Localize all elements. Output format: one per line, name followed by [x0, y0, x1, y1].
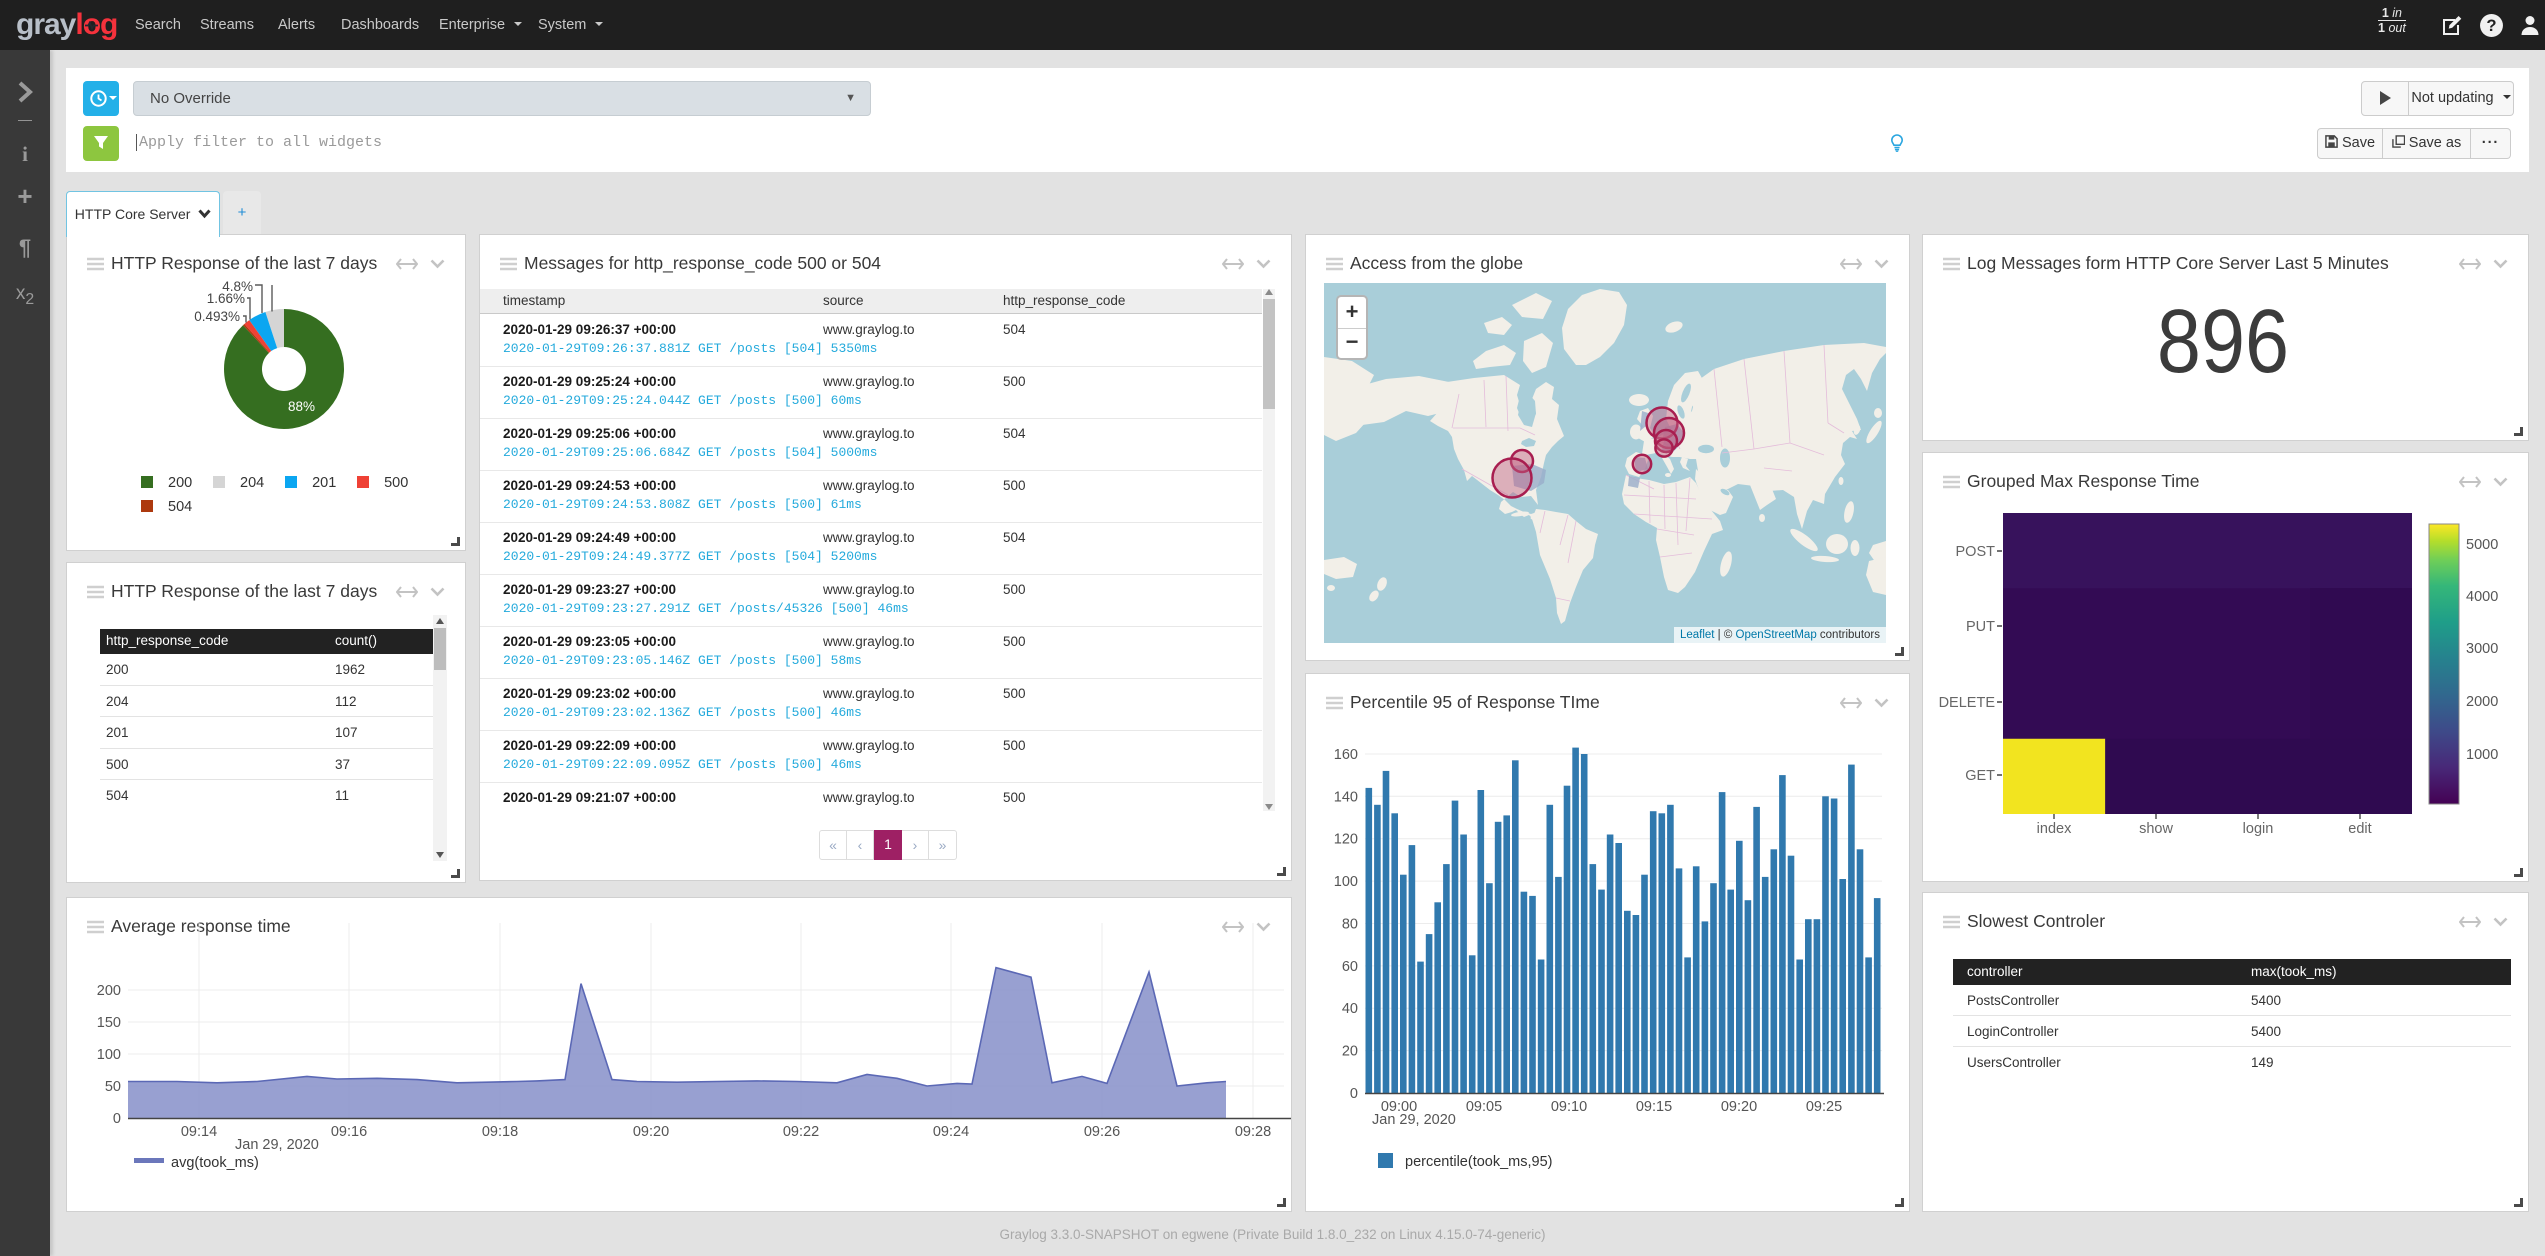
- svg-text:4000: 4000: [2466, 589, 2498, 605]
- svg-text:DELETE: DELETE: [1939, 695, 1996, 711]
- svg-text:edit: edit: [2348, 821, 2371, 837]
- svg-text:09:24: 09:24: [933, 1124, 969, 1140]
- svg-text:GET: GET: [1965, 768, 1995, 784]
- svg-text:09:10: 09:10: [1551, 1099, 1587, 1115]
- svg-text:09:20: 09:20: [633, 1124, 669, 1140]
- svg-text:5000: 5000: [2466, 537, 2498, 553]
- svg-text:09:14: 09:14: [181, 1124, 217, 1140]
- svg-text:09:22: 09:22: [783, 1124, 819, 1140]
- svg-text:50: 50: [105, 1079, 121, 1095]
- svg-text:88%: 88%: [288, 399, 315, 414]
- svg-text:09:15: 09:15: [1636, 1099, 1672, 1115]
- svg-text:09:18: 09:18: [482, 1124, 518, 1140]
- svg-text:20: 20: [1342, 1044, 1358, 1060]
- svg-text:80: 80: [1342, 917, 1358, 933]
- svg-text:60: 60: [1342, 959, 1358, 975]
- svg-text:09:16: 09:16: [331, 1124, 367, 1140]
- svg-text:40: 40: [1342, 1001, 1358, 1017]
- svg-text:09:20: 09:20: [1721, 1099, 1757, 1115]
- svg-text:?: ?: [2486, 16, 2496, 35]
- svg-text:0: 0: [113, 1111, 121, 1127]
- svg-text:09:05: 09:05: [1466, 1099, 1502, 1115]
- svg-text:100: 100: [97, 1047, 121, 1063]
- svg-text:PUT: PUT: [1966, 619, 1995, 635]
- svg-text:140: 140: [1334, 789, 1358, 805]
- svg-text:120: 120: [1334, 832, 1358, 848]
- svg-text:150: 150: [97, 1015, 121, 1031]
- svg-text:09:26: 09:26: [1084, 1124, 1120, 1140]
- svg-text:3000: 3000: [2466, 641, 2498, 657]
- svg-text:POST: POST: [1956, 544, 1996, 560]
- svg-text:Jan 29, 2020: Jan 29, 2020: [235, 1137, 319, 1153]
- svg-text:avg(took_ms): avg(took_ms): [171, 1155, 259, 1171]
- svg-text:0.493%: 0.493%: [194, 309, 240, 324]
- svg-text:09:28: 09:28: [1235, 1124, 1271, 1140]
- svg-text:2000: 2000: [2466, 694, 2498, 710]
- svg-text:1000: 1000: [2466, 747, 2498, 763]
- svg-text:0: 0: [1350, 1086, 1358, 1102]
- svg-text:1.66%: 1.66%: [207, 291, 245, 306]
- svg-text:show: show: [2139, 821, 2173, 837]
- svg-text:Jan 29, 2020: Jan 29, 2020: [1372, 1112, 1456, 1128]
- svg-text:100: 100: [1334, 874, 1358, 890]
- svg-text:09:25: 09:25: [1806, 1099, 1842, 1115]
- svg-text:200: 200: [97, 983, 121, 999]
- svg-text:login: login: [2243, 821, 2274, 837]
- svg-text:160: 160: [1334, 747, 1358, 763]
- svg-text:index: index: [2037, 821, 2072, 837]
- svg-text:percentile(took_ms,95): percentile(took_ms,95): [1405, 1154, 1553, 1170]
